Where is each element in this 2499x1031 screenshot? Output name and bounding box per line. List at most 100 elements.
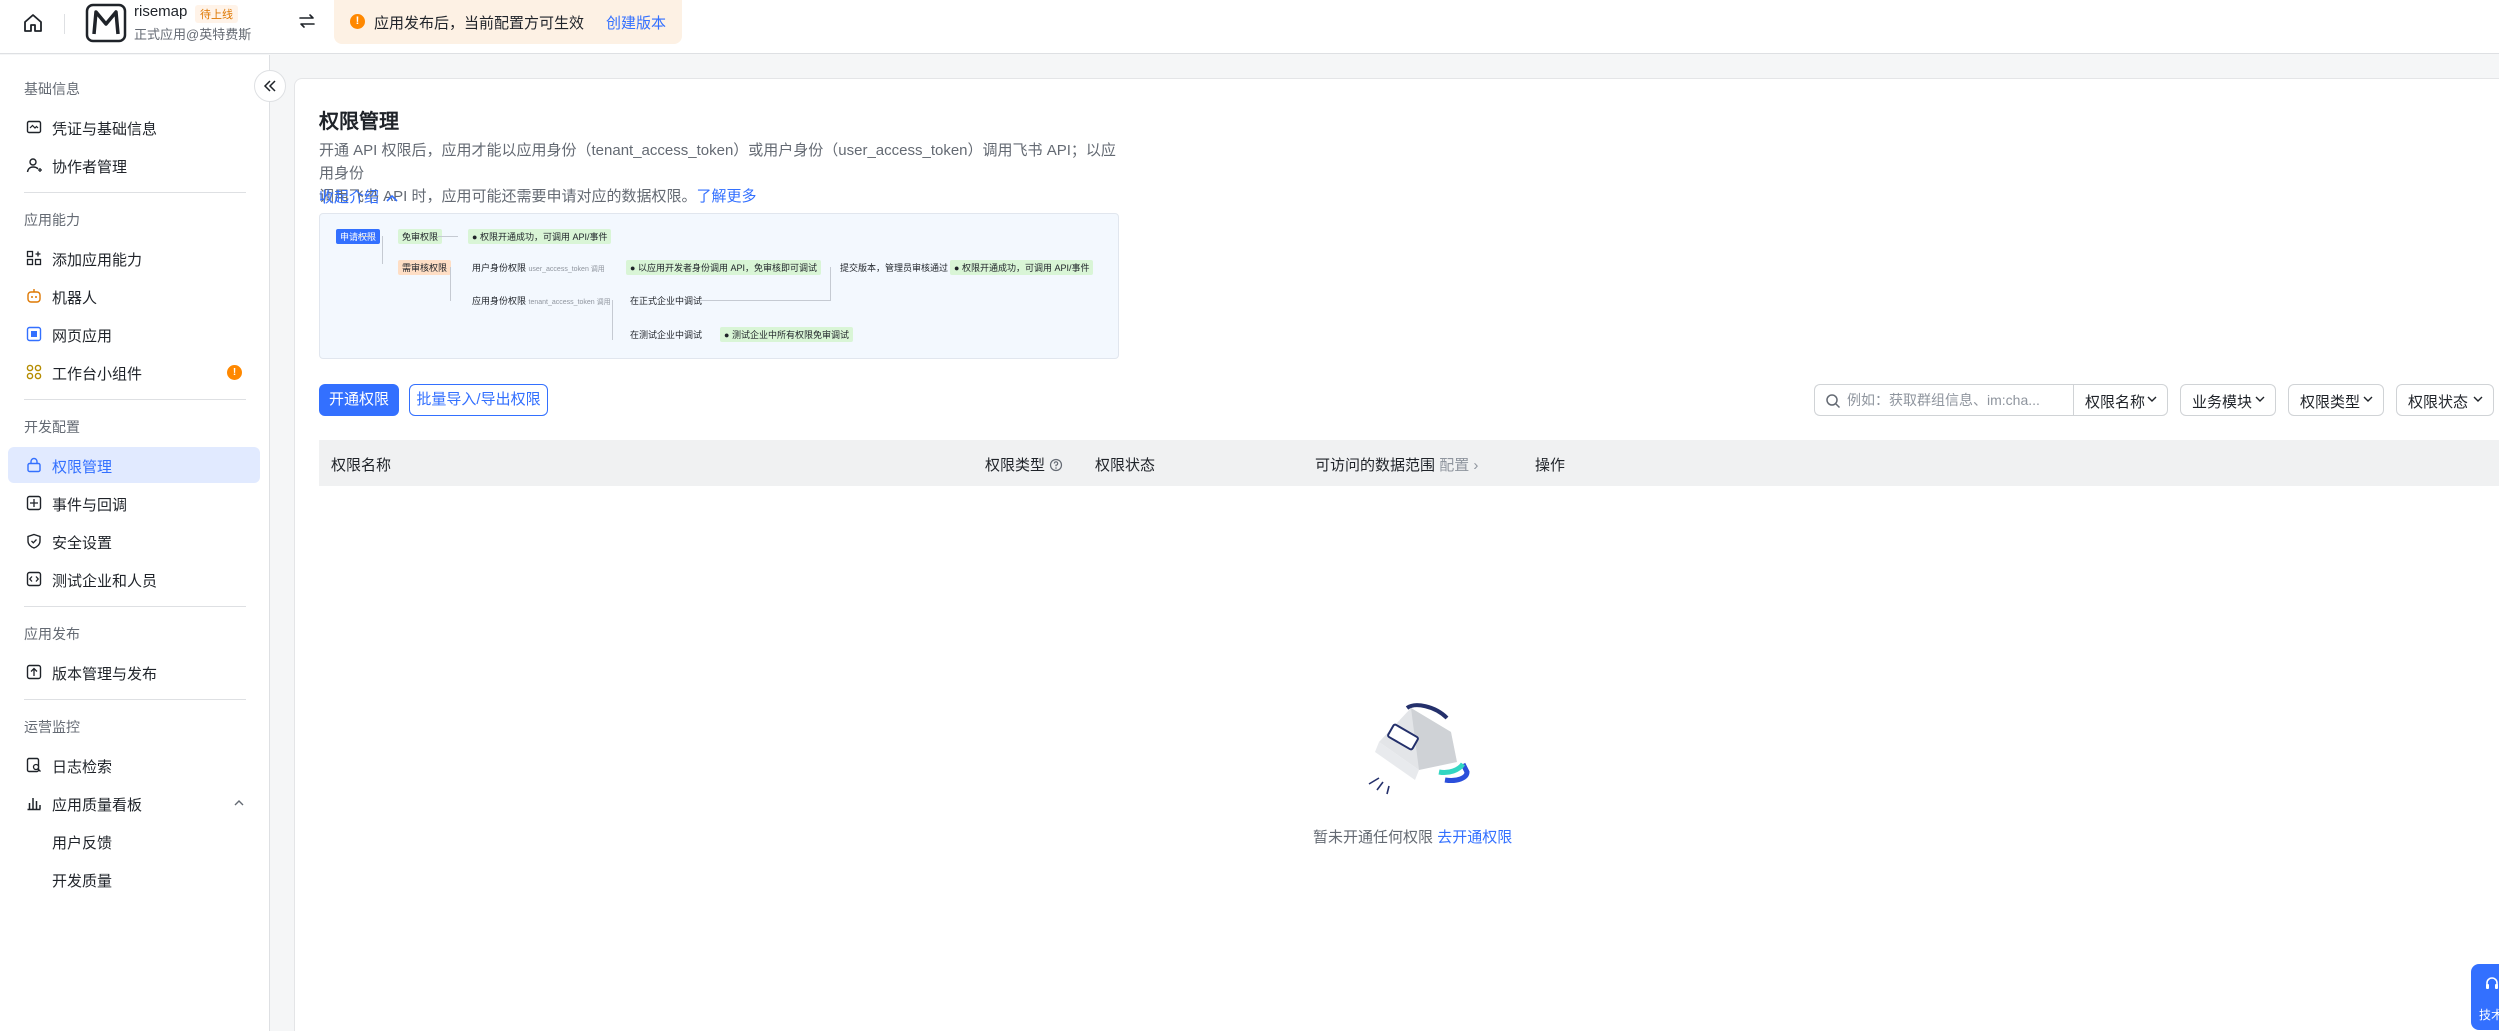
- divider: [24, 192, 246, 193]
- scope-config-link[interactable]: 配置 ›: [1439, 457, 1478, 474]
- release-notice-banner: ! 应用发布后，当前配置方可生效 创建版本: [334, 0, 682, 44]
- sidebar-item-feedback[interactable]: 用户反馈: [8, 823, 260, 859]
- sidebar-item-label: 添加应用能力: [52, 252, 143, 269]
- empty-message: 暂未开通任何权限: [1313, 829, 1434, 846]
- app-subtitle: 正式应用@英特费斯: [134, 27, 252, 42]
- flow-connector: [450, 267, 451, 301]
- sidebar-item-version[interactable]: 版本管理与发布: [8, 654, 260, 690]
- permission-search[interactable]: [1814, 384, 2073, 416]
- group-release: 应用发布: [24, 626, 80, 642]
- batch-import-export-button[interactable]: 批量导入/导出权限: [409, 384, 548, 416]
- grid-plus-icon: [26, 250, 42, 266]
- switch-app-icon[interactable]: [298, 12, 316, 30]
- sidebar-item-label: 开发质量: [52, 873, 113, 890]
- flow-connector: [612, 300, 613, 340]
- sidebar-item-logs[interactable]: 日志检索: [8, 747, 260, 783]
- sidebar-item-web-app[interactable]: 网页应用: [8, 316, 260, 352]
- user-icon: [26, 158, 42, 173]
- app-name: risemap: [134, 3, 188, 20]
- help-icon[interactable]: [1049, 458, 1063, 472]
- group-ability: 应用能力: [24, 212, 80, 228]
- table-header: 权限名称 权限类型 权限状态 可访问的数据范围 配置 › 操作: [319, 440, 2499, 486]
- flow-prod-debug: 在正式企业中调试: [630, 296, 703, 306]
- sidebar-item-label: 测试企业和人员: [52, 573, 158, 590]
- flow-connector: [382, 236, 383, 264]
- page-title: 权限管理: [319, 111, 399, 133]
- flow-test-result: ● 测试企业中所有权限免审调试: [720, 327, 853, 342]
- upload-icon: [26, 664, 42, 680]
- flow-success: ● 权限开通成功，可调用 API/事件: [950, 260, 1094, 275]
- sidebar-item-permissions[interactable]: 权限管理: [8, 447, 260, 483]
- empty-state-illustration: [1368, 703, 1470, 795]
- robot-icon: [27, 289, 41, 303]
- flow-connector: [358, 236, 374, 237]
- sidebar-item-label: 事件与回调: [52, 497, 128, 514]
- sidebar-item-events[interactable]: 事件与回调: [8, 485, 260, 521]
- collapse-intro-label: 收起介绍: [319, 189, 380, 206]
- home-icon[interactable]: [22, 12, 44, 34]
- bar-chart-icon: [27, 798, 41, 811]
- top-bar: risemap 待上线 正式应用@英特费斯 ! 应用发布后，当前配置方可生效 创…: [0, 0, 2499, 54]
- flow-free: 免审权限: [398, 229, 443, 244]
- chevron-down-icon: [2473, 396, 2483, 402]
- flow-user-perm: 用户身份权限 user_access_token 调用: [472, 263, 605, 273]
- sidebar-item-label: 网页应用: [52, 328, 113, 345]
- flow-review: 需审核权限: [398, 260, 452, 275]
- sidebar-item-security[interactable]: 安全设置: [8, 523, 260, 559]
- sidebar: 基础信息 凭证与基础信息 协作者管理 应用能力 添加应用能力 机器人 网页应用 …: [0, 55, 270, 1031]
- flow-free-result: ● 权限开通成功，可调用 API/事件: [468, 229, 612, 244]
- flow-connector: [830, 267, 831, 301]
- search-icon: [1826, 394, 1841, 409]
- log-search-icon: [26, 757, 41, 773]
- lock-icon: [27, 457, 41, 473]
- column-permission-type: 权限类型: [985, 454, 1063, 475]
- filter-business-module[interactable]: 业务模块: [2180, 384, 2276, 416]
- create-version-link[interactable]: 创建版本: [606, 12, 666, 33]
- chevron-down-icon: [2147, 396, 2157, 402]
- go-enable-permission-link[interactable]: 去开通权限: [1437, 829, 1512, 846]
- sidebar-item-add-ability[interactable]: 添加应用能力: [8, 240, 260, 276]
- shield-icon: [27, 533, 41, 549]
- collapse-sidebar-button[interactable]: [254, 70, 286, 102]
- sidebar-item-label: 用户反馈: [52, 835, 113, 852]
- filter-label: 权限状态: [2408, 394, 2469, 411]
- description-text: 开通 API 权限后，应用才能以应用身份（tenant_access_token…: [319, 142, 1116, 182]
- chevron-up-icon[interactable]: [234, 799, 244, 806]
- tech-support-float-button[interactable]: 技术: [2471, 964, 2499, 1030]
- sidebar-item-quality[interactable]: 应用质量看板: [8, 785, 260, 821]
- filter-permission-type[interactable]: 权限类型: [2288, 384, 2384, 416]
- sidebar-item-label: 工作台小组件: [52, 366, 143, 383]
- sidebar-item-label: 日志检索: [52, 759, 113, 776]
- filter-permission-status[interactable]: 权限状态: [2396, 384, 2494, 416]
- web-app-icon: [26, 326, 42, 342]
- sidebar-item-label: 权限管理: [52, 459, 113, 476]
- event-icon: [26, 495, 42, 511]
- flow-test-debug: 在测试企业中调试: [630, 330, 703, 340]
- filter-label: 权限名称: [2085, 394, 2146, 411]
- sidebar-item-bot[interactable]: 机器人: [8, 278, 260, 314]
- chevron-up-icon: [386, 194, 398, 202]
- page-description: 开通 API 权限后，应用才能以应用身份（tenant_access_token…: [319, 139, 1119, 208]
- divider: [24, 399, 246, 400]
- sidebar-item-label: 协作者管理: [52, 159, 128, 176]
- flow-app-perm: 应用身份权限 tenant_access_token 调用: [472, 296, 611, 306]
- collapse-intro-link[interactable]: 收起介绍: [319, 186, 398, 207]
- sidebar-item-credentials[interactable]: 凭证与基础信息: [8, 109, 260, 145]
- chevron-down-icon: [2255, 396, 2265, 402]
- enable-permission-button[interactable]: 开通权限: [319, 384, 399, 416]
- column-permission-name: 权限名称: [331, 457, 392, 474]
- tech-support-label: 技术: [2479, 1008, 2499, 1022]
- widget-warning-badge: !: [227, 365, 242, 380]
- sidebar-item-dev-quality[interactable]: 开发质量: [8, 861, 260, 897]
- column-operations: 操作: [1535, 457, 1566, 474]
- learn-more-link[interactable]: 了解更多: [697, 188, 757, 205]
- sidebar-item-test-company[interactable]: 测试企业和人员: [8, 561, 260, 597]
- flow-connector: [700, 300, 830, 301]
- sidebar-item-widget[interactable]: 工作台小组件 !: [8, 354, 260, 390]
- empty-state-text: 暂未开通任何权限 去开通权限: [1313, 826, 1512, 847]
- divider: [64, 14, 65, 34]
- permission-flow-diagram: 申请权限 免审权限 ● 权限开通成功，可调用 API/事件 需审核权限 用户身份…: [319, 213, 1119, 359]
- filter-permission-name[interactable]: 权限名称: [2073, 384, 2168, 416]
- sidebar-item-collaborators[interactable]: 协作者管理: [8, 147, 260, 183]
- search-input[interactable]: [1847, 389, 2067, 411]
